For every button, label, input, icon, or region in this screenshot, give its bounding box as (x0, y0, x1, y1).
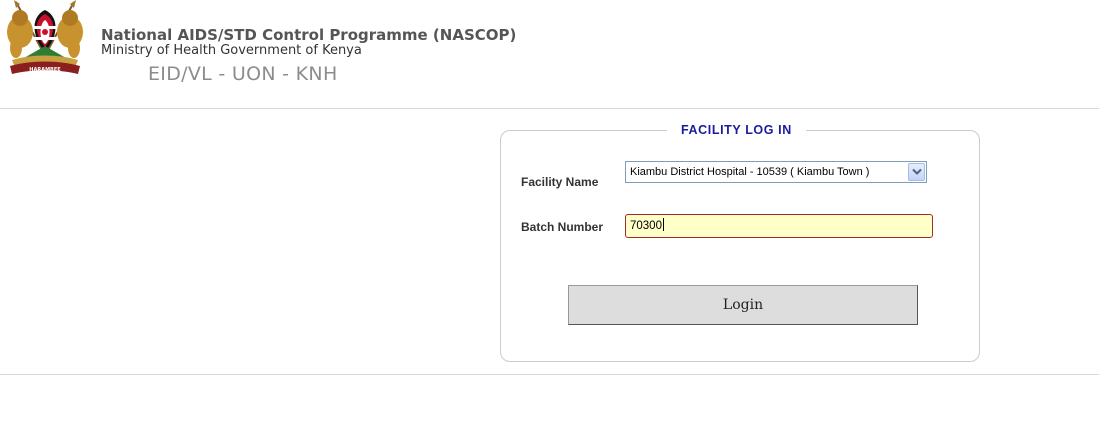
login-button[interactable]: Login (568, 285, 918, 325)
subsystem-title: EID/VL - UON - KNH (148, 63, 338, 85)
facility-selected-value: Kiambu District Hospital - 10539 ( Kiamb… (630, 166, 870, 178)
facility-login-fieldset: FACILITY LOG IN Facility Name Kiambu Dis… (500, 123, 980, 362)
facility-name-select[interactable]: Kiambu District Hospital - 10539 ( Kiamb… (625, 161, 927, 183)
header: HARAMBEE National AIDS/STD Control Progr… (0, 0, 1099, 109)
svg-text:HARAMBEE: HARAMBEE (29, 67, 61, 73)
fieldset-legend: FACILITY LOG IN (667, 123, 806, 137)
facility-name-label: Facility Name (521, 175, 599, 189)
batch-number-label: Batch Number (521, 220, 604, 234)
coat-of-arms-logo: HARAMBEE (2, 0, 88, 76)
batch-number-value: 70300 (630, 220, 662, 232)
page: HARAMBEE National AIDS/STD Control Progr… (0, 0, 1099, 434)
batch-number-input[interactable]: 70300 (625, 214, 933, 238)
footer-divider (0, 374, 1099, 375)
text-caret (662, 218, 664, 232)
ministry-name: Ministry of Health Government of Kenya (101, 43, 362, 58)
org-name: National AIDS/STD Control Programme (NAS… (101, 26, 517, 44)
chevron-down-icon[interactable] (908, 163, 925, 181)
